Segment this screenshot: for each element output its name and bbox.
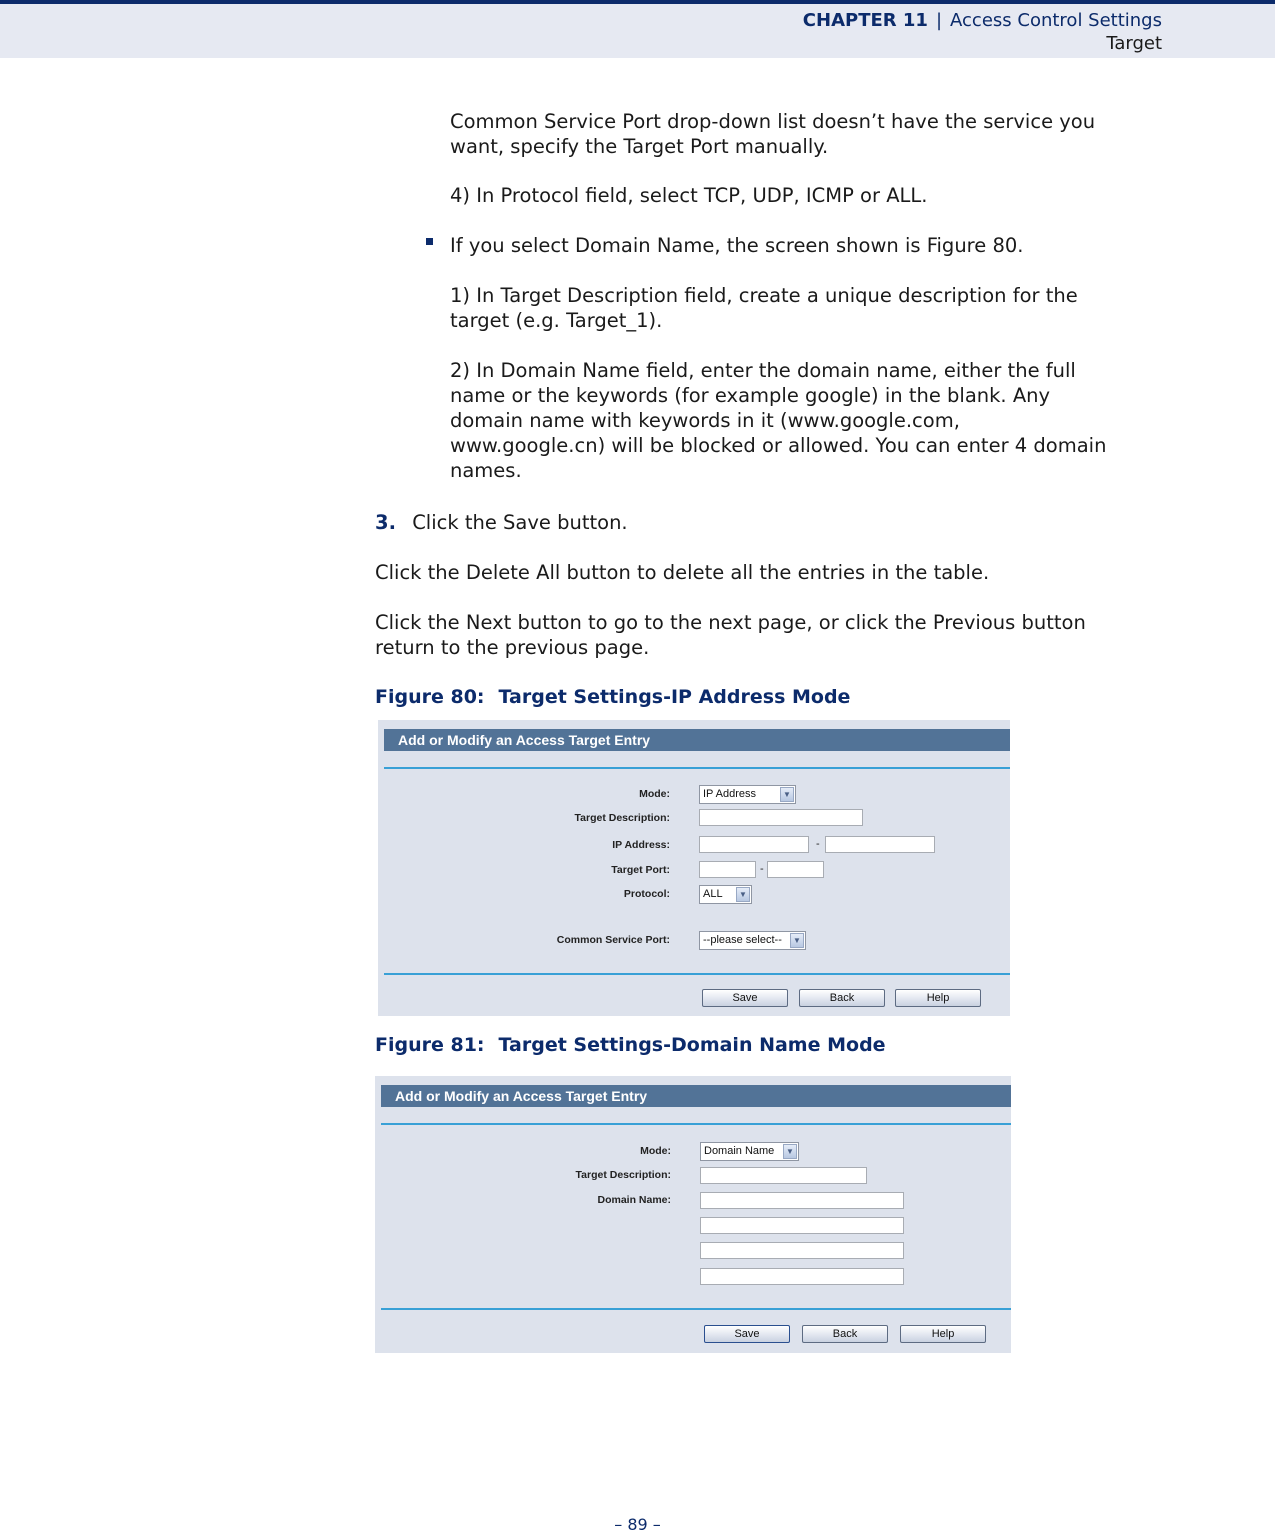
protocol-select-value: ALL: [703, 888, 723, 900]
paragraph-line: 2) In Domain Name field, enter the domai…: [450, 359, 1076, 382]
subsection-title: Target: [1106, 33, 1162, 54]
paragraph-line: return to the previous page.: [375, 636, 650, 659]
chevron-down-icon[interactable]: ▼: [790, 933, 804, 948]
common-service-port-label: Common Service Port:: [556, 934, 670, 946]
figure-81-caption: Figure 81: Target Settings-Domain Name Mo…: [375, 1034, 886, 1056]
square-bullet-icon: [426, 238, 433, 245]
paragraph-line: domain name with keywords in it (www.goo…: [450, 409, 960, 432]
paragraph-line: name or the keywords (for example google…: [450, 384, 1051, 407]
divider: [384, 767, 1010, 769]
target-description-input[interactable]: [699, 809, 863, 826]
mode-select[interactable]: IP Address ▼: [699, 785, 796, 804]
mode-select[interactable]: Domain Name ▼: [700, 1142, 799, 1161]
target-description-label: Target Description:: [574, 812, 670, 824]
protocol-step: 4) In Protocol field, select TCP, UDP, I…: [450, 184, 928, 207]
help-button[interactable]: Help: [895, 989, 981, 1007]
domain-name-input-1[interactable]: [700, 1192, 904, 1209]
page-number: – 89 –: [614, 1515, 661, 1534]
domain-name-input-2[interactable]: [700, 1217, 904, 1234]
domain-name-label: Domain Name:: [597, 1194, 671, 1206]
figure-label: Figure 80:: [375, 686, 485, 708]
save-button[interactable]: Save: [704, 1325, 790, 1343]
paragraph-line: 1) In Target Description field, create a…: [450, 284, 1078, 307]
figure-title: Target Settings-Domain Name Mode: [498, 1034, 886, 1056]
paragraph-line: Click the Next button to go to the next …: [375, 611, 1086, 634]
target-description-label: Target Description:: [575, 1169, 671, 1181]
protocol-label: Protocol:: [623, 888, 670, 900]
chevron-down-icon[interactable]: ▼: [783, 1144, 797, 1159]
figure-80-panel: Add or Modify an Access Target Entry Mod…: [378, 720, 1010, 1016]
bullet-text: If you select Domain Name, the screen sh…: [450, 234, 1024, 257]
ip-address-start-input[interactable]: [699, 836, 809, 853]
divider: [381, 1308, 1011, 1310]
paragraph-line: names.: [450, 459, 522, 482]
figure-81-panel: Add or Modify an Access Target Entry Mod…: [375, 1076, 1011, 1353]
mode-select-value: Domain Name: [704, 1145, 775, 1157]
step-3: 3. Click the Save button.: [375, 510, 628, 535]
paragraph-line: Common Service Port drop-down list doesn…: [450, 110, 1096, 133]
domain-name-input-3[interactable]: [700, 1242, 904, 1259]
chevron-down-icon[interactable]: ▼: [780, 787, 794, 802]
back-button[interactable]: Back: [802, 1325, 888, 1343]
domain-name-input-4[interactable]: [700, 1268, 904, 1285]
chevron-down-icon[interactable]: ▼: [736, 887, 750, 902]
target-port-end-input[interactable]: [767, 861, 824, 878]
paragraph-line: www.google.cn) will be blocked or allowe…: [450, 434, 1107, 457]
figure-80-caption: Figure 80: Target Settings-IP Address Mod…: [375, 686, 850, 708]
range-separator: -: [816, 838, 820, 850]
panel-title: Add or Modify an Access Target Entry: [381, 1085, 1011, 1107]
figure-label: Figure 81:: [375, 1034, 485, 1056]
common-service-port-value: --please select--: [703, 934, 782, 946]
range-separator: -: [760, 863, 764, 875]
chapter-heading: CHAPTER 11 | Access Control Settings: [803, 10, 1162, 31]
step-text: Click the Save button.: [412, 511, 628, 534]
ip-address-label: IP Address:: [612, 839, 670, 851]
mode-select-value: IP Address: [703, 788, 756, 800]
mode-label: Mode:: [639, 788, 670, 800]
divider: [381, 1123, 1011, 1125]
target-port-label: Target Port:: [611, 864, 670, 876]
chapter-number: CHAPTER 11: [802, 10, 928, 31]
target-description-input[interactable]: [700, 1167, 867, 1184]
common-service-port-select[interactable]: --please select-- ▼: [699, 931, 806, 950]
target-port-start-input[interactable]: [699, 861, 756, 878]
divider: [384, 973, 1010, 975]
page-header: CHAPTER 11 | Access Control Settings Targe…: [0, 0, 1275, 58]
section-title: Access Control Settings: [950, 10, 1162, 31]
back-button[interactable]: Back: [799, 989, 885, 1007]
paragraph-line: Click the Delete All button to delete al…: [375, 561, 990, 584]
ip-address-end-input[interactable]: [825, 836, 935, 853]
help-button[interactable]: Help: [900, 1325, 986, 1343]
figure-title: Target Settings-IP Address Mode: [498, 686, 851, 708]
header-separator: |: [935, 10, 943, 31]
mode-label: Mode:: [640, 1145, 671, 1157]
panel-title: Add or Modify an Access Target Entry: [384, 729, 1010, 751]
save-button[interactable]: Save: [702, 989, 788, 1007]
step-number: 3.: [375, 511, 396, 534]
paragraph-line: target (e.g. Target_1).: [450, 309, 663, 332]
paragraph-line: want, specify the Target Port manually.: [450, 135, 829, 158]
protocol-select[interactable]: ALL ▼: [699, 885, 752, 904]
